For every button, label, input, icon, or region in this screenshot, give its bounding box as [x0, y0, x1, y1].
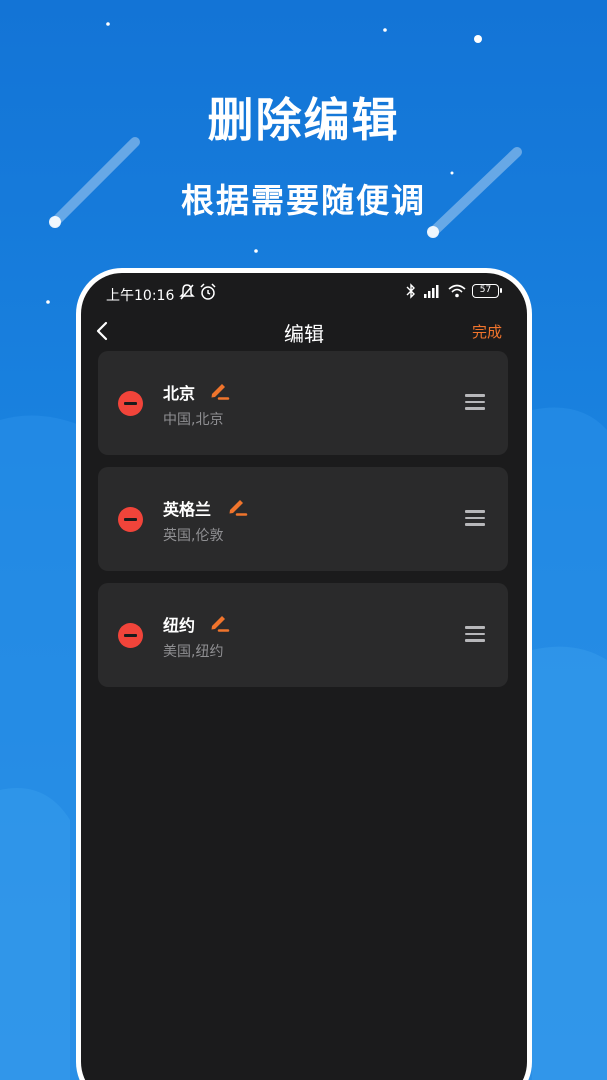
- status-time: 上午10:16: [106, 288, 175, 304]
- city-list: 北京 中国,北京 英格兰 英国,伦敦 纽约 美国,纽约: [98, 351, 508, 699]
- city-card: 纽约 美国,纽约: [98, 583, 508, 687]
- status-bar: 上午10:16 57: [81, 281, 527, 305]
- done-button[interactable]: 完成: [472, 321, 502, 342]
- bell-muted-icon: [179, 284, 195, 300]
- drag-handle-icon[interactable]: [465, 394, 485, 410]
- pencil-edit-icon[interactable]: [208, 379, 230, 401]
- signal-icon: [424, 285, 439, 298]
- city-name: 纽约: [163, 616, 196, 635]
- alarm-icon: [200, 283, 216, 300]
- bluetooth-icon: [406, 283, 415, 299]
- status-icons-left: [179, 283, 217, 301]
- drag-handle-icon[interactable]: [465, 626, 485, 642]
- city-name: 英格兰: [163, 500, 212, 519]
- pencil-edit-icon[interactable]: [208, 611, 230, 633]
- delete-icon[interactable]: [118, 623, 143, 648]
- status-icons-right: 57: [406, 283, 502, 299]
- city-name: 北京: [163, 384, 196, 403]
- nav-bar: 编辑 完成: [81, 313, 527, 349]
- promo-title: 删除编辑: [207, 93, 400, 147]
- pencil-edit-icon[interactable]: [226, 495, 248, 517]
- promo-subtitle: 根据需要随便调: [181, 181, 426, 220]
- page-title: 编辑: [284, 322, 324, 346]
- delete-icon[interactable]: [118, 391, 143, 416]
- drag-handle-icon[interactable]: [465, 510, 485, 526]
- phone-frame: 上午10:16 57 编辑 完成 北京 中国,北京 英格兰 英国,伦敦 纽约 美…: [76, 268, 532, 1080]
- phone-screen: 上午10:16 57 编辑 完成 北京 中国,北京 英格兰 英国,伦敦 纽约 美…: [81, 273, 527, 1080]
- city-region: 美国,纽约: [163, 644, 224, 660]
- delete-icon[interactable]: [118, 507, 143, 532]
- city-card: 英格兰 英国,伦敦: [98, 467, 508, 571]
- city-card: 北京 中国,北京: [98, 351, 508, 455]
- city-region: 英国,伦敦: [163, 528, 224, 544]
- battery-icon: 57: [472, 284, 502, 298]
- wifi-icon: [448, 284, 466, 298]
- city-region: 中国,北京: [163, 412, 224, 428]
